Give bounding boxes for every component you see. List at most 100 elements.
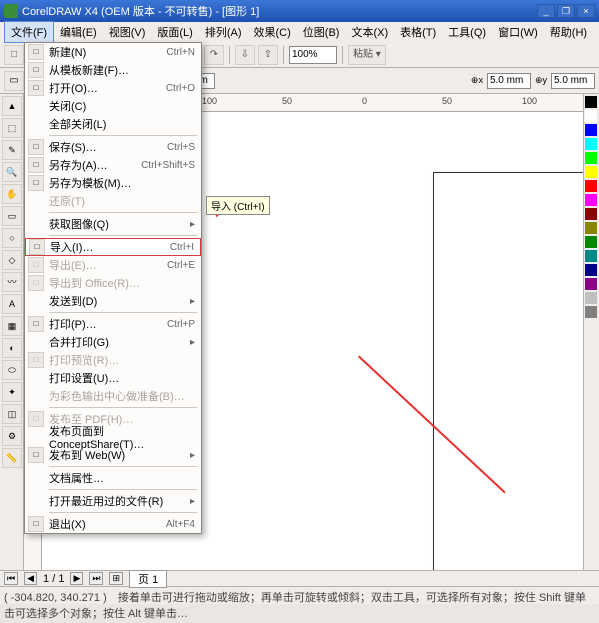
swatch[interactable] (585, 250, 597, 262)
menu-排列[interactable]: 排列(A) (199, 22, 248, 42)
nudge-y[interactable]: 5.0 mm (551, 73, 595, 89)
menu-shortcut: Ctrl+E (167, 260, 195, 271)
menu-item-另存为模板M[interactable]: □另存为模板(M)… (25, 174, 201, 192)
swatch[interactable] (585, 236, 597, 248)
swatch[interactable] (585, 166, 597, 178)
tool-2[interactable]: ✎ (2, 140, 22, 160)
menu-效果[interactable]: 效果(C) (248, 22, 297, 42)
menu-item-退出X[interactable]: □退出(X)Alt+F4 (25, 515, 201, 533)
paste-dropdown[interactable]: 粘贴 ▾ (348, 45, 386, 65)
menu-bar: 文件(F)编辑(E)视图(V)版面(L)排列(A)效果(C)位图(B)文本(X)… (0, 22, 599, 42)
import-icon[interactable]: ⇩ (235, 45, 255, 65)
ruler-tick: 100 (202, 96, 217, 106)
menu-item-还原T: 还原(T) (25, 192, 201, 210)
menu-item-打印P[interactable]: □打印(P)…Ctrl+P (25, 315, 201, 333)
menu-item-新建N[interactable]: □新建(N)Ctrl+N (25, 43, 201, 61)
menu-工具[interactable]: 工具(Q) (442, 22, 492, 42)
menu-文本[interactable]: 文本(X) (345, 22, 394, 42)
redo-icon[interactable]: ↷ (204, 45, 224, 65)
tool-10[interactable]: ▦ (2, 316, 22, 336)
tool-14[interactable]: ◫ (2, 404, 22, 424)
menu-item-label: 全部关闭(L) (49, 116, 106, 132)
swatch[interactable] (585, 208, 597, 220)
swatch[interactable] (585, 138, 597, 150)
page-prev[interactable]: ◀ (24, 572, 37, 585)
menu-item-label: 合并打印(G) (49, 334, 109, 350)
menu-item-文档属性[interactable]: 文档属性… (25, 469, 201, 487)
menu-编辑[interactable]: 编辑(E) (54, 22, 103, 42)
swatch[interactable] (585, 278, 597, 290)
menu-item-icon: □ (28, 139, 44, 155)
menu-item-获取图像Q[interactable]: 获取图像(Q)▸ (25, 215, 201, 233)
page-rect (433, 172, 583, 570)
swatch[interactable] (585, 180, 597, 192)
menu-文件[interactable]: 文件(F) (4, 21, 54, 43)
tool-9[interactable]: A (2, 294, 22, 314)
menu-item-发布页面到ConceptShareT[interactable]: 发布页面到 ConceptShare(T)… (25, 428, 201, 446)
page-tab[interactable]: 页 1 (129, 570, 167, 588)
menu-item-从模板新建F[interactable]: □从模板新建(F)… (25, 61, 201, 79)
swatch[interactable] (585, 264, 597, 276)
tool-8[interactable]: 〰 (2, 272, 22, 292)
menu-shortcut: Ctrl+O (166, 83, 195, 94)
menu-位图[interactable]: 位图(B) (297, 22, 346, 42)
minimize-button[interactable]: _ (537, 4, 555, 18)
menu-item-保存S[interactable]: □保存(S)…Ctrl+S (25, 138, 201, 156)
menu-item-icon: □ (28, 447, 44, 463)
tool-3[interactable]: 🔍 (2, 162, 22, 182)
menu-视图[interactable]: 视图(V) (103, 22, 152, 42)
swatch[interactable] (585, 306, 597, 318)
page-next[interactable]: ▶ (70, 572, 83, 585)
menu-item-打开最近用过的文件R[interactable]: 打开最近用过的文件(R)▸ (25, 492, 201, 510)
ruler-tick: 0 (362, 96, 367, 106)
menu-item-导入I[interactable]: □导入(I)…Ctrl+I (25, 238, 201, 256)
page-last[interactable]: ⏭ (89, 572, 103, 585)
menu-item-打开O[interactable]: □打开(O)…Ctrl+O (25, 79, 201, 97)
maximize-button[interactable]: ❐ (557, 4, 575, 18)
tool-6[interactable]: ○ (2, 228, 22, 248)
swatch[interactable] (585, 292, 597, 304)
swatch[interactable] (585, 124, 597, 136)
tool-5[interactable]: ▭ (2, 206, 22, 226)
tool-1[interactable]: ⬚ (2, 118, 22, 138)
swatch[interactable] (585, 110, 597, 122)
nudge-x[interactable]: 5.0 mm (487, 73, 531, 89)
menu-item-关闭C[interactable]: 关闭(C) (25, 97, 201, 115)
swatch[interactable] (585, 152, 597, 164)
menu-item-icon: □ (28, 316, 44, 332)
tool-11[interactable]: ◐ (2, 338, 22, 358)
new-icon[interactable]: □ (4, 45, 24, 65)
page-counter: 1 / 1 (43, 573, 64, 585)
menu-窗口[interactable]: 窗口(W) (492, 22, 544, 42)
tool-12[interactable]: ⬭ (2, 360, 22, 380)
tool-16[interactable]: 📏 (2, 448, 22, 468)
menu-版面[interactable]: 版面(L) (151, 22, 198, 42)
tool-4[interactable]: ✋ (2, 184, 22, 204)
swatch[interactable] (585, 96, 597, 108)
menu-item-label: 打开(O)… (49, 80, 98, 96)
menu-item-发布到WebW[interactable]: □发布到 Web(W)▸ (25, 446, 201, 464)
tool-15[interactable]: ⚙ (2, 426, 22, 446)
menu-表格[interactable]: 表格(T) (394, 22, 442, 42)
swatch[interactable] (585, 222, 597, 234)
menu-item-label: 还原(T) (49, 193, 85, 209)
menu-item-全部关闭L[interactable]: 全部关闭(L) (25, 115, 201, 133)
zoom-input[interactable]: 100% (289, 46, 337, 64)
page-add[interactable]: ⊞ (109, 572, 123, 585)
menu-item-打印设置U[interactable]: 打印设置(U)… (25, 369, 201, 387)
menu-item-另存为A[interactable]: □另存为(A)…Ctrl+Shift+S (25, 156, 201, 174)
import-tooltip: 导入 (Ctrl+I) (206, 196, 270, 215)
menu-item-发送到D[interactable]: 发送到(D)▸ (25, 292, 201, 310)
page-icon[interactable]: ▭ (4, 71, 24, 91)
export-icon[interactable]: ⇧ (258, 45, 278, 65)
menu-item-合并打印G[interactable]: 合并打印(G) ▸ (25, 333, 201, 351)
page-first[interactable]: ⏮ (4, 572, 18, 585)
tool-7[interactable]: ◇ (2, 250, 22, 270)
menu-帮助[interactable]: 帮助(H) (544, 22, 593, 42)
tool-0[interactable]: ▲ (2, 96, 22, 116)
tool-13[interactable]: ✦ (2, 382, 22, 402)
close-button[interactable]: × (577, 4, 595, 18)
swatch[interactable] (585, 194, 597, 206)
submenu-arrow-icon: ▸ (190, 337, 195, 348)
menu-item-label: 导出到 Office(R)… (49, 275, 140, 291)
